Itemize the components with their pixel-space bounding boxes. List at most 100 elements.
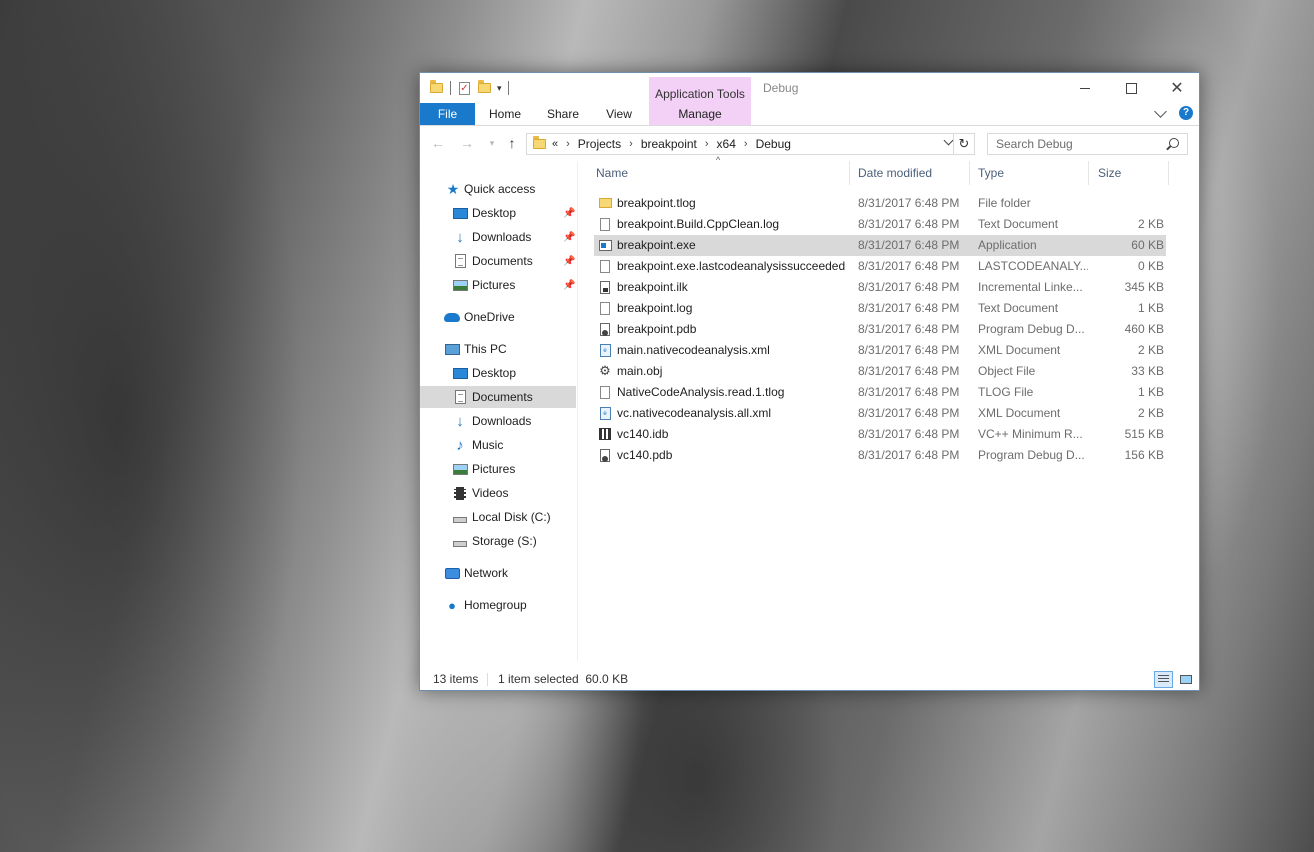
maximize-button[interactable] xyxy=(1108,73,1154,103)
file-row[interactable]: breakpoint.tlog 8/31/2017 6:48 PM File f… xyxy=(594,193,1166,214)
file-row[interactable]: breakpoint.exe.lastcodeanalysissucceeded… xyxy=(594,256,1166,277)
breadcrumb-separator[interactable]: › xyxy=(744,138,748,150)
new-folder-icon[interactable] xyxy=(478,80,491,93)
file-icon xyxy=(598,385,612,399)
breadcrumb-debug[interactable]: Debug xyxy=(756,137,791,151)
refresh-button[interactable]: ↻ xyxy=(953,134,974,154)
nav-storage[interactable]: Storage (S:) xyxy=(420,530,576,552)
breadcrumb-projects[interactable]: Projects xyxy=(578,137,621,151)
pdb-icon xyxy=(598,322,612,336)
back-button[interactable]: ← xyxy=(429,134,447,152)
nav-quick-access[interactable]: ★ Quick access xyxy=(420,178,576,200)
nav-this-pc[interactable]: This PC xyxy=(420,338,576,360)
file-row[interactable]: ⚙ main.obj 8/31/2017 6:48 PM Object File… xyxy=(594,361,1166,382)
close-button[interactable]: ✕ xyxy=(1154,73,1200,103)
nav-homegroup[interactable]: ● Homegroup xyxy=(420,594,576,616)
minimize-button[interactable] xyxy=(1062,73,1108,103)
breadcrumb-separator[interactable]: › xyxy=(705,138,709,150)
recent-locations-button[interactable]: ▾ xyxy=(483,134,501,152)
file-size: 0 KB xyxy=(1137,259,1164,273)
file-row[interactable]: vc140.pdb 8/31/2017 6:48 PM Program Debu… xyxy=(594,445,1166,466)
download-icon: ↓ xyxy=(456,228,464,246)
file-date: 8/31/2017 6:48 PM xyxy=(858,280,960,294)
file-icon xyxy=(598,259,612,273)
nav-desktop-quick[interactable]: Desktop 📌 xyxy=(420,202,576,224)
documents-icon xyxy=(452,253,468,269)
drive-icon xyxy=(452,533,468,549)
column-divider[interactable] xyxy=(969,161,970,185)
expand-ribbon-icon[interactable] xyxy=(1154,104,1167,118)
nav-desktop[interactable]: Desktop xyxy=(420,362,576,384)
tab-share[interactable]: Share xyxy=(535,103,591,125)
search-icon[interactable] xyxy=(1169,138,1179,148)
column-header-date[interactable]: Date modified xyxy=(858,161,968,185)
pin-icon: 📌 xyxy=(563,207,576,219)
nav-label: Storage (S:) xyxy=(472,534,537,548)
file-date: 8/31/2017 6:48 PM xyxy=(858,406,960,420)
breadcrumb-breakpoint[interactable]: breakpoint xyxy=(641,137,697,151)
nav-local-disk[interactable]: Local Disk (C:) xyxy=(420,506,576,528)
breadcrumb-overflow[interactable]: « xyxy=(552,138,558,150)
nav-pictures-quick[interactable]: Pictures 📌 xyxy=(420,274,576,296)
desktop-icon xyxy=(452,365,468,381)
file-type: Program Debug D... xyxy=(978,322,1085,336)
tab-manage[interactable]: Manage xyxy=(649,103,751,125)
nav-pictures[interactable]: Pictures xyxy=(420,458,576,480)
breadcrumb-separator[interactable]: › xyxy=(566,138,570,150)
file-type: Incremental Linke... xyxy=(978,280,1083,294)
nav-label: Quick access xyxy=(464,182,536,196)
details-view-icon[interactable] xyxy=(1154,671,1173,688)
column-header-size[interactable]: Size xyxy=(1098,161,1158,185)
nav-network[interactable]: Network xyxy=(420,562,576,584)
file-row[interactable]: breakpoint.Build.CppClean.log 8/31/2017 … xyxy=(594,214,1166,235)
search-box[interactable] xyxy=(987,133,1188,155)
file-name: vc140.pdb xyxy=(617,448,673,462)
file-size xyxy=(1088,193,1164,214)
up-button[interactable]: ↑ xyxy=(503,134,521,152)
tab-home[interactable]: Home xyxy=(477,103,533,125)
address-bar[interactable]: « › Projects › breakpoint › x64 › Debug … xyxy=(526,133,975,155)
nav-label: OneDrive xyxy=(464,310,515,324)
address-dropdown-icon[interactable] xyxy=(943,135,954,146)
nav-label: Desktop xyxy=(472,206,517,220)
folder-icon xyxy=(430,80,443,93)
forward-button[interactable]: → xyxy=(458,134,476,152)
file-row[interactable]: breakpoint.pdb 8/31/2017 6:48 PM Program… xyxy=(594,319,1166,340)
nav-downloads-quick[interactable]: ↓ Downloads 📌 xyxy=(420,226,576,248)
file-row[interactable]: e vc.nativecodeanalysis.all.xml 8/31/201… xyxy=(594,403,1166,424)
nav-documents-quick[interactable]: Documents 📌 xyxy=(420,250,576,272)
breadcrumb-x64[interactable]: x64 xyxy=(717,137,736,151)
nav-onedrive[interactable]: OneDrive xyxy=(420,306,576,328)
tab-file[interactable]: File xyxy=(420,103,475,125)
help-icon[interactable]: ? xyxy=(1179,106,1193,120)
tab-view[interactable]: View xyxy=(592,103,646,125)
nav-videos[interactable]: Videos xyxy=(420,482,576,504)
file-row[interactable]: e main.nativecodeanalysis.xml 8/31/2017 … xyxy=(594,340,1166,361)
nav-documents[interactable]: Documents xyxy=(420,386,576,408)
column-divider[interactable] xyxy=(1168,161,1169,185)
properties-icon[interactable]: ✓ xyxy=(459,81,470,95)
exe-icon xyxy=(598,238,612,252)
folder-icon xyxy=(598,196,612,210)
file-row[interactable]: breakpoint.ilk 8/31/2017 6:48 PM Increme… xyxy=(594,277,1166,298)
large-icons-view-icon[interactable] xyxy=(1176,671,1195,688)
file-row[interactable]: vc140.idb 8/31/2017 6:48 PM VC++ Minimum… xyxy=(594,424,1166,445)
column-divider[interactable] xyxy=(1088,161,1089,185)
nav-music[interactable]: ♪ Music xyxy=(420,434,576,456)
folder-icon xyxy=(533,136,546,149)
toolbar-divider xyxy=(507,81,509,95)
window-title: Debug xyxy=(763,81,799,95)
file-row[interactable]: NativeCodeAnalysis.read.1.tlog 8/31/2017… xyxy=(594,382,1166,403)
nav-downloads[interactable]: ↓ Downloads xyxy=(420,410,576,432)
column-divider[interactable] xyxy=(849,161,850,185)
customize-toolbar-icon[interactable]: ▾ xyxy=(497,83,502,94)
column-header-name[interactable]: Name xyxy=(596,161,836,185)
breadcrumb-separator[interactable]: › xyxy=(629,138,633,150)
nav-label: Pictures xyxy=(472,278,516,292)
file-size: 156 KB xyxy=(1124,448,1164,462)
ribbon-tabs: File Home Share View Manage ? xyxy=(420,103,1199,126)
column-header-type[interactable]: Type xyxy=(978,161,1078,185)
search-input[interactable] xyxy=(994,136,1158,152)
file-row[interactable]: breakpoint.log 8/31/2017 6:48 PM Text Do… xyxy=(594,298,1166,319)
file-row-selected[interactable]: breakpoint.exe 8/31/2017 6:48 PM Applica… xyxy=(594,235,1166,256)
